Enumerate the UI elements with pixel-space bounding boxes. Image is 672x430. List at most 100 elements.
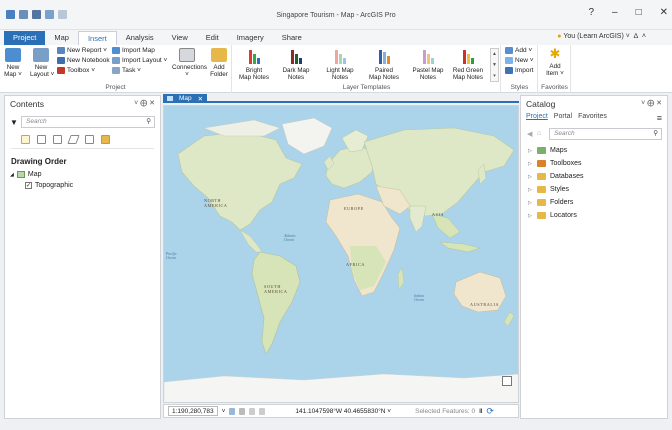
catalog-item-locators[interactable]: ▷ Locators bbox=[521, 209, 667, 222]
toolboxes-icon bbox=[537, 160, 546, 167]
refresh-button[interactable]: ⟳ bbox=[486, 406, 494, 417]
add-folder-button[interactable]: Add Folder bbox=[208, 48, 230, 78]
template-pastel-map-notes[interactable]: Pastel Map Notes bbox=[411, 48, 445, 81]
import-layout-button[interactable]: Import Layout ˅ bbox=[112, 57, 167, 64]
import-map-button[interactable]: Import Map bbox=[112, 47, 155, 54]
tab-analysis[interactable]: Analysis bbox=[117, 31, 163, 45]
grid-icon[interactable] bbox=[239, 407, 246, 415]
new-map-button[interactable]: New Map ˅ bbox=[4, 48, 22, 78]
new-zealand bbox=[503, 311, 515, 327]
label-pacific-ocean: Pacific Ocean bbox=[166, 252, 177, 260]
greenland bbox=[281, 117, 333, 155]
list-by-snapping-icon[interactable] bbox=[85, 134, 94, 144]
map-layer-item[interactable]: ◢ Map bbox=[5, 169, 160, 180]
template-bright-map-notes[interactable]: Bright Map Notes bbox=[237, 48, 271, 81]
new-style-button[interactable]: New ˅ bbox=[505, 57, 534, 64]
catalog-item-maps[interactable]: ▷ Maps bbox=[521, 144, 667, 157]
fixed-extent-icon[interactable] bbox=[229, 407, 236, 415]
expand-icon[interactable]: ▷ bbox=[528, 200, 533, 206]
expand-icon[interactable]: ▷ bbox=[528, 161, 533, 167]
tab-imagery[interactable]: Imagery bbox=[228, 31, 273, 45]
topographic-layer-item[interactable]: ✓ Topographic bbox=[5, 180, 160, 191]
tab-view[interactable]: View bbox=[163, 31, 197, 45]
layer-templates-group: Bright Map Notes Dark Map Notes Light Ma… bbox=[233, 45, 501, 93]
maximize-button[interactable]: □ bbox=[636, 7, 642, 18]
ribbon-tabs: Project Map Insert Analysis View Edit Im… bbox=[0, 30, 672, 45]
add-style-button[interactable]: Add ˅ bbox=[505, 47, 532, 54]
close-button[interactable]: ✕ bbox=[660, 7, 668, 18]
close-map-tab-icon[interactable]: ✕ bbox=[198, 95, 203, 103]
world-basemap bbox=[164, 117, 518, 402]
template-red-green-map-notes[interactable]: Red Green Map Notes bbox=[451, 48, 485, 81]
gallery-scroll[interactable]: ▲ ▼ ▾ bbox=[490, 48, 499, 82]
audio-icon[interactable] bbox=[259, 407, 266, 415]
user-account[interactable]: ● You (Learn ArcGIS) ˅ ∆ ˄ bbox=[557, 33, 646, 40]
notifications-icon[interactable]: ∆ bbox=[634, 33, 638, 40]
minimize-button[interactable]: – bbox=[612, 7, 618, 18]
pause-drawing-button[interactable]: ‖ bbox=[479, 408, 482, 415]
new-map-icon bbox=[5, 48, 21, 62]
navigator-icon[interactable] bbox=[502, 376, 512, 386]
new-layout-button[interactable]: New Layout ˅ bbox=[30, 48, 54, 78]
selected-features-count[interactable]: Selected Features: 0 bbox=[415, 408, 475, 415]
expand-icon[interactable]: ▷ bbox=[528, 187, 533, 193]
collapse-ribbon-icon[interactable]: ˄ bbox=[642, 33, 646, 40]
help-button[interactable]: ? bbox=[588, 7, 594, 18]
filter-icon[interactable]: ▼ bbox=[10, 118, 18, 127]
new-report-button[interactable]: New Report ˅ bbox=[57, 47, 107, 54]
bright-notes-icon bbox=[237, 48, 271, 64]
tab-project[interactable]: Project bbox=[4, 31, 46, 45]
tab-map-view[interactable]: Map ✕ bbox=[163, 94, 208, 103]
connections-button[interactable]: Connections ˅ bbox=[172, 48, 207, 78]
styles-icon bbox=[537, 186, 546, 193]
catalog-tab-favorites[interactable]: Favorites bbox=[578, 113, 607, 123]
map-icon bbox=[16, 171, 25, 178]
template-dark-map-notes[interactable]: Dark Map Notes bbox=[279, 48, 313, 81]
list-by-drawing-order-icon[interactable] bbox=[21, 134, 30, 144]
home-icon[interactable]: ⌂ bbox=[537, 130, 541, 137]
toolbox-button[interactable]: Toolbox ˅ bbox=[57, 67, 95, 74]
catalog-search-input[interactable]: Search ⚲ bbox=[549, 128, 662, 140]
expand-icon[interactable]: ▷ bbox=[528, 148, 533, 154]
contents-search-input[interactable]: Search ⚲ bbox=[21, 116, 155, 128]
expand-icon[interactable]: ▷ bbox=[528, 213, 533, 219]
madagascar bbox=[397, 267, 405, 291]
tab-map[interactable]: Map bbox=[45, 31, 78, 45]
tab-insert[interactable]: Insert bbox=[77, 31, 117, 45]
scale-dropdown-icon[interactable]: ˅ bbox=[222, 408, 226, 415]
expand-icon[interactable]: ▷ bbox=[528, 174, 533, 180]
tab-edit[interactable]: Edit bbox=[197, 31, 228, 45]
list-by-selection-icon[interactable] bbox=[53, 134, 62, 144]
template-paired-map-notes[interactable]: Paired Map Notes bbox=[367, 48, 401, 81]
catalog-item-databases[interactable]: ▷ Databases bbox=[521, 170, 667, 183]
coordinates-readout[interactable]: 141.1047598°W 40.4655830°N ˅ bbox=[295, 408, 391, 415]
topographic-visibility-checkbox[interactable]: ✓ bbox=[25, 182, 32, 189]
catalog-item-styles[interactable]: ▷ Styles bbox=[521, 183, 667, 196]
folders-icon bbox=[537, 199, 546, 206]
catalog-item-folders[interactable]: ▷ Folders bbox=[521, 196, 667, 209]
catalog-tab-project[interactable]: Project bbox=[526, 113, 548, 123]
expand-arrow-icon[interactable]: ◢ bbox=[10, 172, 14, 178]
map-view[interactable]: NORTH AMERICA SOUTH AMERICA EUROPE ASIA … bbox=[163, 105, 519, 403]
task-icon bbox=[112, 67, 120, 74]
new-notebook-button[interactable]: New Notebook bbox=[57, 57, 110, 64]
list-by-editing-icon[interactable] bbox=[67, 134, 80, 144]
contents-pane-controls[interactable]: ˅ ⨁ ✕ bbox=[134, 99, 155, 107]
scale-selector[interactable]: 1:190,280,783 bbox=[168, 406, 218, 416]
list-by-labeling-icon[interactable] bbox=[101, 134, 110, 144]
label-indian-ocean: Indian Ocean bbox=[414, 294, 424, 302]
catalog-item-toolboxes[interactable]: ▷ Toolboxes bbox=[521, 157, 667, 170]
catalog-menu-icon[interactable]: ≡ bbox=[657, 113, 662, 123]
add-item-button[interactable]: ✱ Add Item ˅ bbox=[544, 47, 566, 78]
india bbox=[409, 205, 427, 233]
list-by-source-icon[interactable] bbox=[37, 134, 46, 144]
template-light-map-notes[interactable]: Light Map Notes bbox=[323, 48, 357, 81]
accessibility-icon[interactable] bbox=[249, 407, 256, 415]
task-button[interactable]: Task ˅ bbox=[112, 67, 141, 74]
back-icon[interactable]: ◀ bbox=[527, 130, 532, 138]
catalog-tab-portal[interactable]: Portal bbox=[554, 113, 572, 123]
map-status-bar: 1:190,280,783 ˅ 141.1047598°W 40.4655830… bbox=[163, 404, 519, 418]
import-style-button[interactable]: Import bbox=[505, 67, 533, 74]
tab-share[interactable]: Share bbox=[273, 31, 311, 45]
catalog-pane-controls[interactable]: ˅ ⨁ ✕ bbox=[641, 99, 662, 107]
